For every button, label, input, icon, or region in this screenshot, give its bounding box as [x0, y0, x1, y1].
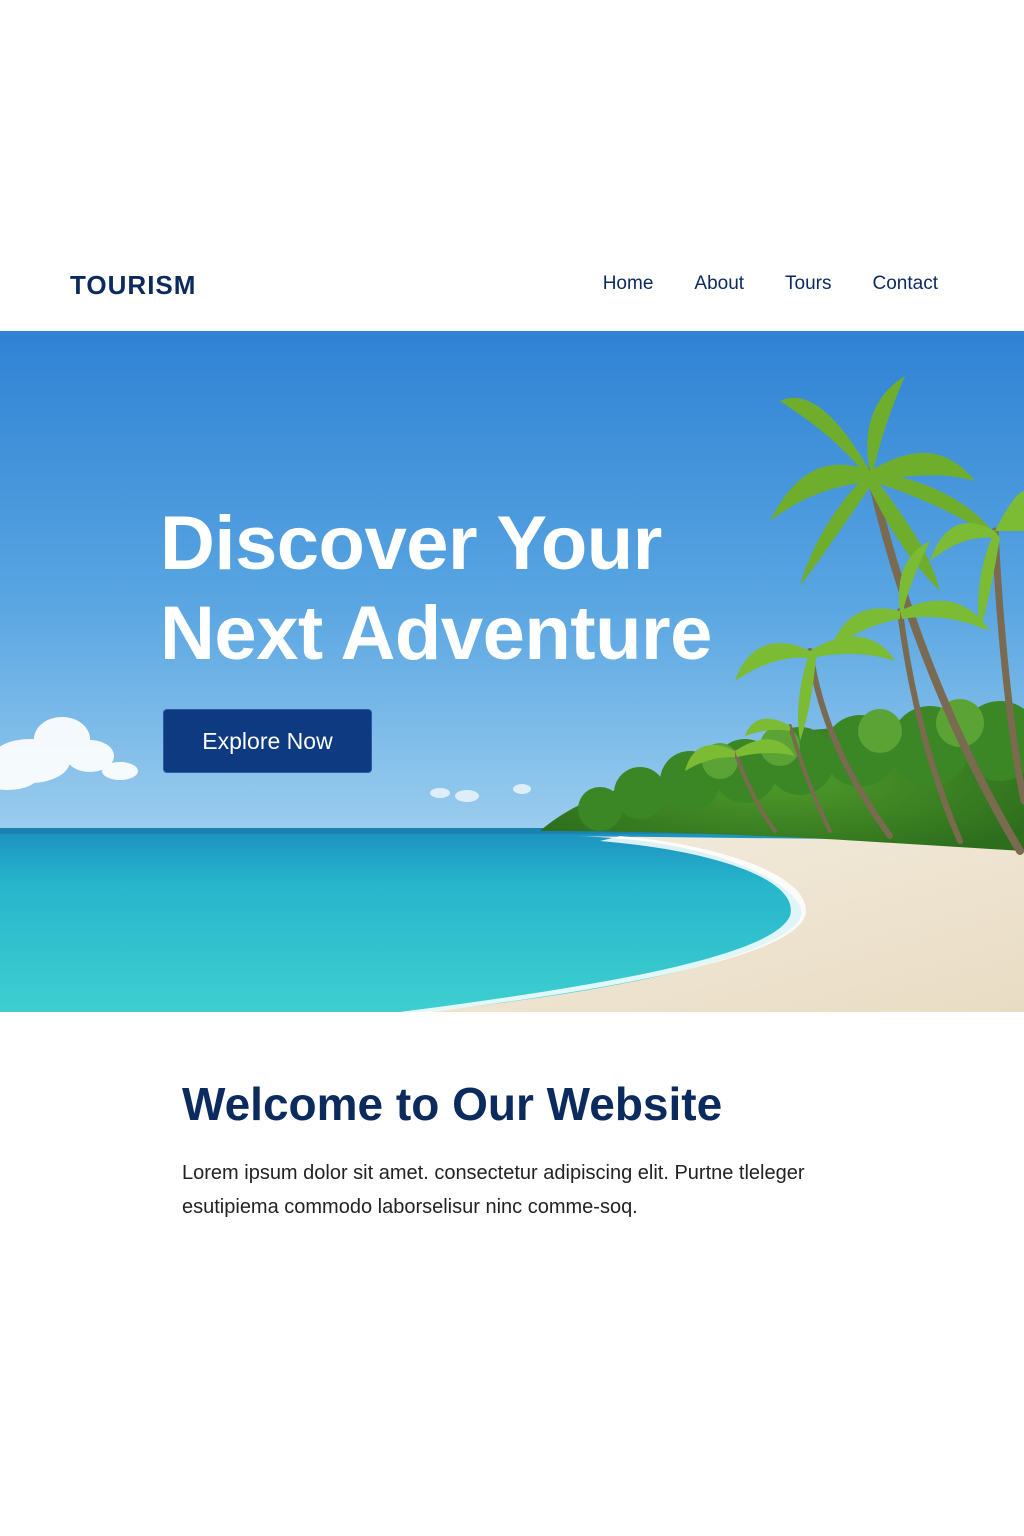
nav-link-contact[interactable]: Contact: [873, 273, 938, 295]
hero-section: Discover Your Next Adventure Explore Now: [0, 331, 1024, 1012]
hero-title-line-2: Next Adventure: [160, 591, 712, 676]
nav-link-tours[interactable]: Tours: [785, 273, 831, 295]
page: TOURISM Home About Tours Contact Discove…: [0, 0, 1024, 1536]
hero-title: Discover Your Next Adventure: [160, 499, 800, 679]
nav-link-home[interactable]: Home: [603, 273, 654, 295]
welcome-section: Welcome to Our Website Lorem ipsum dolor…: [182, 1072, 862, 1224]
welcome-heading: Welcome to Our Website: [182, 1078, 723, 1130]
welcome-body-text: Lorem ipsum dolor sit amet. consectetur …: [182, 1162, 805, 1218]
explore-now-button[interactable]: Explore Now: [163, 709, 372, 773]
site-header: TOURISM Home About Tours Contact: [0, 240, 1024, 331]
main-nav: Home About Tours Contact: [603, 273, 938, 295]
nav-link-about[interactable]: About: [694, 273, 744, 295]
hero-title-line-1: Discover Your: [160, 501, 662, 586]
site-logo[interactable]: TOURISM: [70, 270, 196, 301]
